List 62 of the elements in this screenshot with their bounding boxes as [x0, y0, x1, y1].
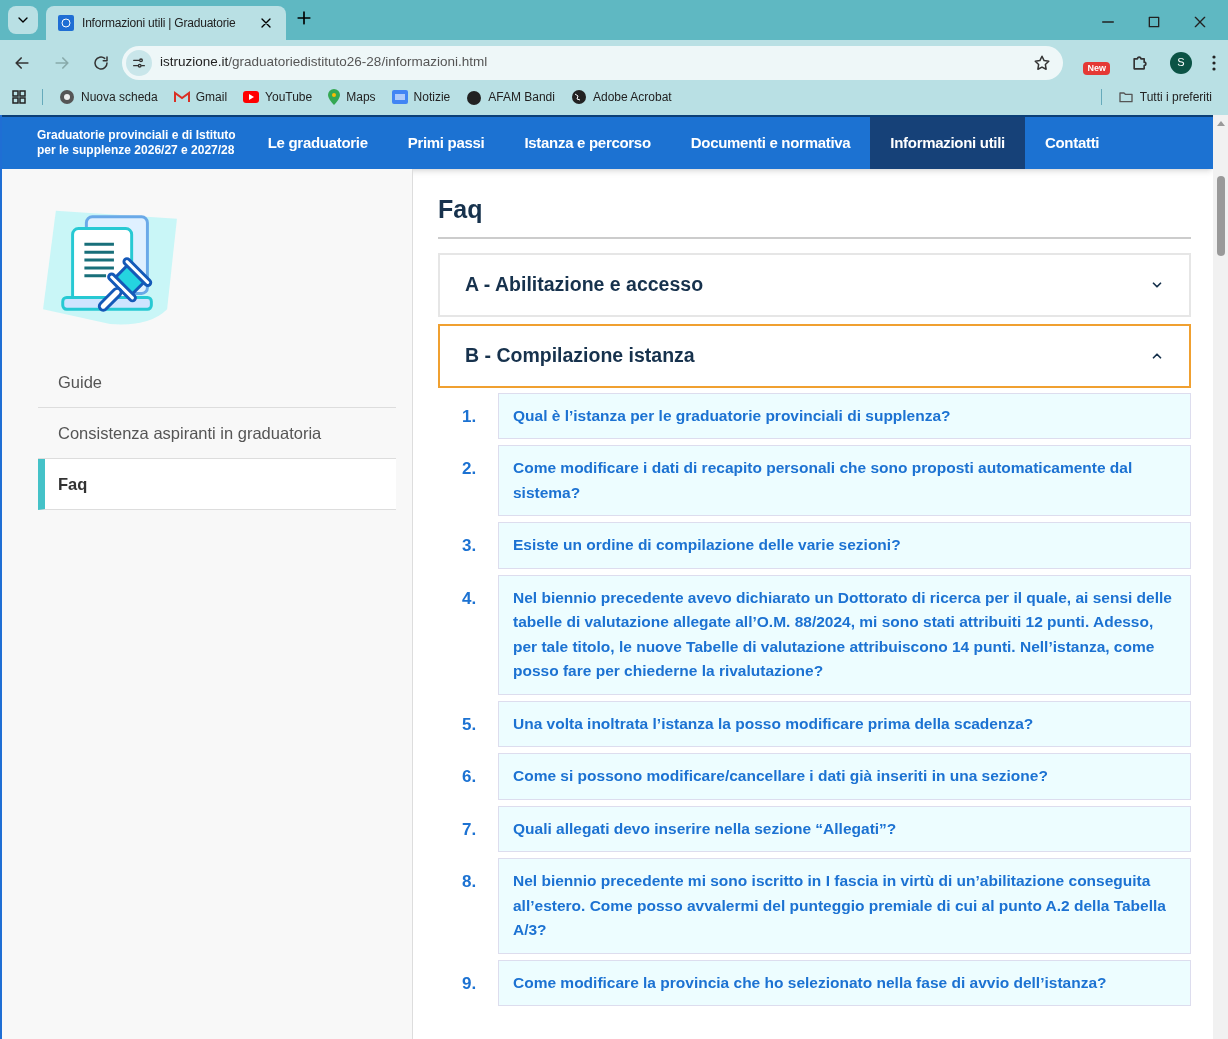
extension-badge[interactable]: New: [1083, 62, 1110, 75]
question-number: 5.: [461, 713, 478, 736]
nav-link[interactable]: Le graduatorie: [247, 117, 388, 169]
play-icon: [243, 91, 260, 103]
faq-question[interactable]: Nel biennio precedente mi sono iscritto in I fascia in virtù di un’abilitazione conseguita all’estero. Come posso avvalermi del punteggio premiale di cui al punto A.2 della Tabella A/3?: [498, 858, 1191, 954]
profile-avatar[interactable]: S: [1170, 51, 1192, 74]
bookmark[interactable]: Nuova scheda: [59, 88, 158, 106]
browser-tab[interactable]: Informazioni utili | Graduatorie: [46, 6, 286, 40]
sidebar-link[interactable]: Guide: [38, 357, 396, 408]
question-number: 9.: [461, 972, 478, 995]
tab-list-button[interactable]: [8, 6, 38, 34]
nav-link[interactable]: Documenti e normativa: [670, 117, 871, 169]
bookmark[interactable]: Gmail: [173, 88, 228, 106]
question-number: 6.: [461, 766, 478, 788]
page-heading: Faq: [438, 191, 1191, 239]
faq-question[interactable]: Come si possono modificare/cancellare i dati già inseriti in una sezione?: [498, 753, 1191, 800]
tab-title: Informazioni utili | Graduatorie: [82, 15, 237, 32]
site-info-icon[interactable]: [126, 49, 152, 76]
question-number: 1.: [461, 405, 478, 428]
question-number: 7.: [461, 818, 478, 841]
apps-grid-icon[interactable]: [12, 90, 26, 104]
map-pin-icon: [328, 89, 341, 105]
question-number: 2.: [461, 458, 478, 480]
nav-link[interactable]: Contatti: [1024, 117, 1120, 169]
close-icon[interactable]: [1192, 14, 1208, 30]
mail-icon: [173, 91, 190, 103]
bookmark[interactable]: Adobe Acrobat: [570, 88, 672, 106]
dot-icon: [466, 89, 483, 105]
question-number: 8.: [461, 871, 478, 893]
faq-question[interactable]: Come modificare la provincia che ho selezionato nella fase di avvio dell’istanza?: [498, 959, 1191, 1006]
news-icon: [391, 90, 408, 104]
site-brand[interactable]: Graduatorie provinciali e di Istituto per le supplenze 2026/27 e 2027/28: [37, 117, 248, 169]
url-text: istruzione.it/graduatoriedistituto26-28/informazioni.html: [160, 53, 489, 72]
bookmark[interactable]: AFAM Bandi: [466, 88, 555, 106]
nav-link[interactable]: Istanza e percorso: [504, 117, 671, 169]
faq-question[interactable]: Nel biennio precedente avevo dichiarato un Dottorato di ricerca per il quale, ai sensi delle tabelle di valutazione allegate all’O.M. 88/2024, mi sono stati attribuiti 12 punti. Adesso, per tale titolo, le nuove Tabelle di valutazione attribuiscono 14 punti. Nell’istanza, come posso fare per chiederne la rivalutazione?: [498, 574, 1191, 695]
bookmark[interactable]: YouTube: [243, 88, 313, 106]
bookmark[interactable]: Maps: [328, 88, 376, 106]
reload-icon[interactable]: [92, 53, 110, 72]
question-number: 3.: [461, 535, 478, 557]
address-bar[interactable]: istruzione.it/graduatoriedistituto26-28/informazioni.html: [122, 45, 1064, 80]
accordion-header[interactable]: B - Compilazione istanza: [438, 323, 1191, 388]
faq-question[interactable]: Una volta inoltrata l’istanza la posso modificare prima della scadenza?: [498, 700, 1191, 747]
nav-link[interactable]: Informazioni utili: [870, 117, 1025, 169]
scrollbar[interactable]: [1213, 115, 1228, 1039]
sidebar-link[interactable]: Faq: [38, 459, 396, 510]
menu-icon[interactable]: [1212, 54, 1216, 71]
folder-icon: [1117, 89, 1134, 105]
faq-question[interactable]: Quali allegati devo inserire nella sezione “Allegati”?: [498, 805, 1191, 852]
faq-question[interactable]: Qual è l’istanza per le graduatorie provinciali di supplenza?: [498, 392, 1191, 439]
bookmark[interactable]: Notizie: [391, 88, 451, 106]
faq-question[interactable]: Esiste un ordine di compilazione delle varie sezioni?: [498, 522, 1191, 569]
globe-icon: [59, 89, 75, 105]
globe-icon: [570, 89, 587, 105]
faq-question[interactable]: Come modificare i dati di recapito personali che sono proposti automaticamente dal sistema?: [498, 445, 1191, 516]
maximize-icon[interactable]: [1146, 14, 1162, 30]
question-number: 4.: [461, 587, 478, 610]
emblem-icon: [58, 15, 74, 31]
accordion-header[interactable]: A - Abilitazione e accesso: [438, 252, 1191, 317]
nav-link[interactable]: Primi passi: [387, 117, 505, 169]
all-bookmarks[interactable]: Tutti i preferiti: [1117, 88, 1216, 106]
star-icon[interactable]: [1033, 53, 1052, 72]
